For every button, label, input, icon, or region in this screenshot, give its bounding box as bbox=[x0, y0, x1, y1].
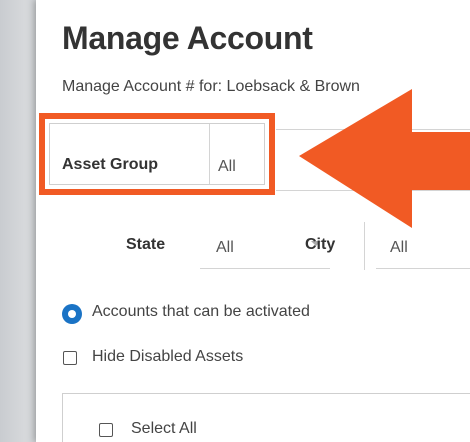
accounts-activatable-label: Accounts that can be activated bbox=[92, 303, 310, 320]
select-all-label: Select All bbox=[131, 420, 197, 437]
background-page bbox=[0, 0, 40, 442]
city-label: City bbox=[305, 236, 336, 253]
accounts-activatable-radio[interactable] bbox=[62, 304, 82, 324]
select-all-checkbox[interactable] bbox=[99, 423, 113, 437]
city-underline bbox=[376, 268, 470, 269]
state-value[interactable]: All bbox=[216, 239, 234, 257]
state-label: State bbox=[126, 236, 166, 253]
hide-disabled-checkbox[interactable] bbox=[63, 351, 77, 365]
asset-group-divider bbox=[209, 124, 210, 184]
state-underline bbox=[200, 268, 330, 269]
asset-list bbox=[62, 393, 470, 442]
manage-account-modal: Manage Account Manage Account # for: Loe… bbox=[36, 0, 470, 442]
asset-group-select[interactable]: All bbox=[218, 158, 236, 176]
asset-group-line bbox=[276, 129, 470, 130]
city-select[interactable]: All bbox=[390, 239, 408, 257]
modal-subtitle: Manage Account # for: Loebsack & Brown bbox=[62, 78, 360, 95]
asset-group-label: Asset Group bbox=[62, 156, 159, 173]
city-separator bbox=[364, 222, 365, 270]
hide-disabled-label: Hide Disabled Assets bbox=[92, 348, 244, 365]
asset-group-highlight bbox=[39, 113, 275, 195]
modal-title: Manage Account bbox=[62, 20, 313, 56]
asset-group-line-bottom bbox=[276, 190, 470, 191]
